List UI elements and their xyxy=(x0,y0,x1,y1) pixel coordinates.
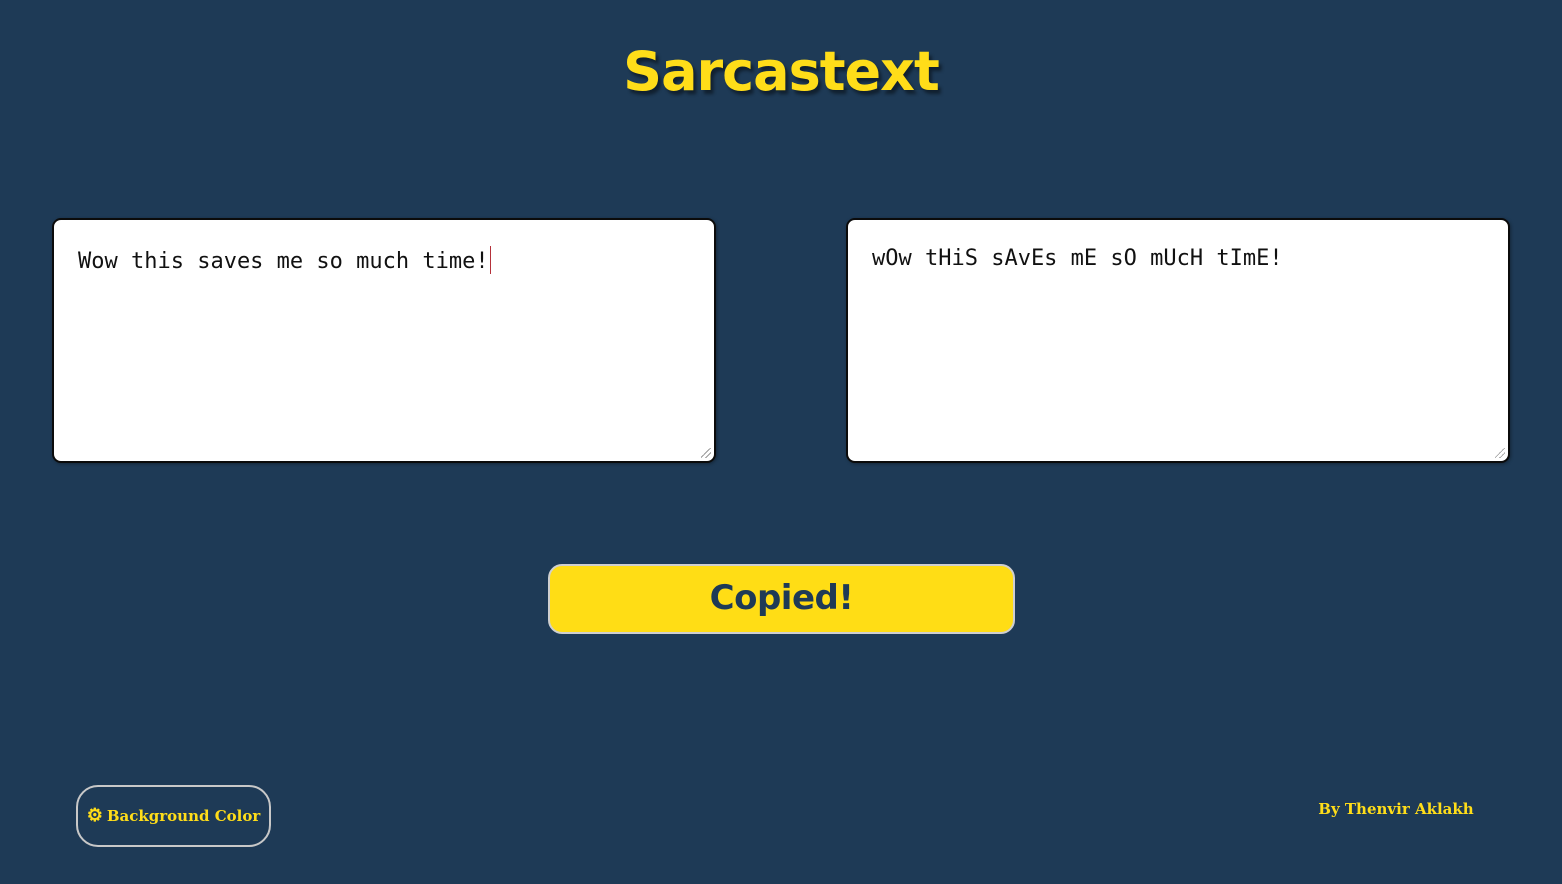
gear-icon: ⚙ xyxy=(86,805,103,826)
background-color-label: Background Color xyxy=(106,807,261,825)
app-title: Sarcastext xyxy=(623,40,940,103)
text-caret xyxy=(489,246,491,274)
output-text: wOw tHiS sAvEs mE sO mUcH tImE! xyxy=(872,246,1283,271)
resize-grip-icon[interactable] xyxy=(1495,448,1505,458)
output-textarea[interactable]: wOw tHiS sAvEs mE sO mUcH tImE! xyxy=(846,218,1510,463)
author-credit: By Thenvir Aklakh xyxy=(1318,800,1474,818)
input-textarea[interactable]: Wow this saves me so much time! xyxy=(52,218,716,463)
copy-button[interactable]: Copied! xyxy=(548,564,1015,634)
background-color-button[interactable]: ⚙ Background Color xyxy=(76,785,271,847)
input-text: Wow this saves me so much time! xyxy=(78,249,489,274)
resize-grip-icon[interactable] xyxy=(701,448,711,458)
